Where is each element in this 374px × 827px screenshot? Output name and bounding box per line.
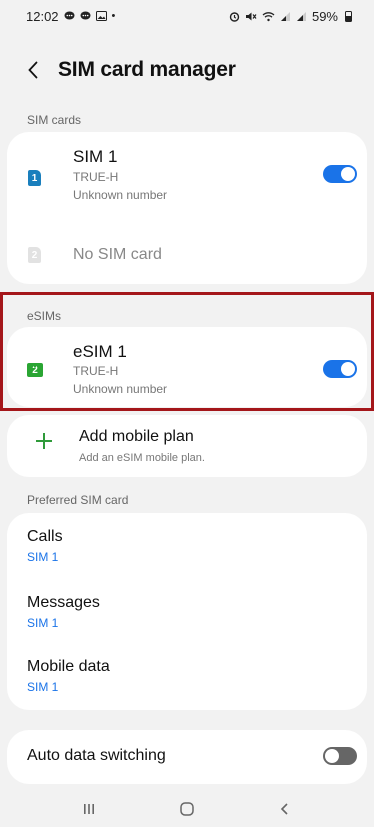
sim-cards-card: 1 SIM 1 TRUE-H Unknown number 2 No SIM c… <box>7 132 367 284</box>
sim1-number: Unknown number <box>73 188 168 202</box>
nav-bar <box>0 790 374 827</box>
mobile-data-row[interactable]: Mobile data SIM 1 <box>7 643 367 706</box>
calls-value: SIM 1 <box>27 550 59 564</box>
toggle-knob <box>341 362 355 376</box>
sim1-row[interactable]: 1 SIM 1 TRUE-H Unknown number <box>7 132 367 214</box>
calls-title: Calls <box>27 528 63 545</box>
plus-icon <box>36 433 52 449</box>
back-icon[interactable] <box>265 794 305 824</box>
sim2-row: 2 No SIM card <box>7 222 367 282</box>
esims-card: 2 eSIM 1 TRUE-H Unknown number <box>7 327 367 407</box>
esim-icon: 2 <box>27 363 43 377</box>
esim1-number: Unknown number <box>73 382 168 396</box>
sim1-toggle[interactable] <box>323 165 357 183</box>
clock: 12:02 <box>26 8 59 24</box>
esim1-name: eSIM 1 <box>73 342 127 361</box>
signal-icon <box>280 11 290 21</box>
signal-icon <box>296 11 306 21</box>
mute-icon <box>245 12 257 20</box>
toggle-knob <box>325 749 339 763</box>
sim-card-icon-disabled: 2 <box>28 247 41 263</box>
chevron-left-icon[interactable] <box>28 59 44 81</box>
toggle-knob <box>341 167 355 181</box>
chat-bubble-icon <box>64 11 75 20</box>
auto-switch-card[interactable]: Auto data switching <box>7 730 367 784</box>
battery-percent: 59% <box>311 8 338 24</box>
messages-row[interactable]: Messages SIM 1 <box>7 579 367 642</box>
section-label-sim-cards: SIM cards <box>27 113 82 127</box>
mobile-data-value: SIM 1 <box>27 680 59 694</box>
add-plan-subtitle: Add an eSIM mobile plan. <box>79 452 205 464</box>
chat-bubble-icon <box>80 11 91 20</box>
battery-icon <box>345 10 352 22</box>
messages-value: SIM 1 <box>27 616 59 630</box>
messages-title: Messages <box>27 594 100 611</box>
status-bar: 12:02 • 59% <box>0 0 374 32</box>
status-left: 12:02 • <box>26 9 115 24</box>
title-bar: SIM card manager <box>0 48 374 92</box>
sim-card-icon: 1 <box>28 170 41 186</box>
alarm-icon <box>229 11 240 22</box>
add-plan-title: Add mobile plan <box>79 428 194 445</box>
esim1-row[interactable]: 2 eSIM 1 TRUE-H Unknown number <box>7 327 367 407</box>
auto-switch-title: Auto data switching <box>27 747 166 764</box>
section-label-esims: eSIMs <box>27 309 62 323</box>
status-right: 59% <box>229 9 352 24</box>
mobile-data-title: Mobile data <box>27 658 110 675</box>
section-label-preferred: Preferred SIM card <box>27 493 129 507</box>
calls-row[interactable]: Calls SIM 1 <box>7 513 367 576</box>
recents-icon[interactable] <box>69 794 109 824</box>
add-plan-card[interactable]: Add mobile plan Add an eSIM mobile plan. <box>7 415 367 477</box>
sim1-name: SIM 1 <box>73 147 118 166</box>
home-icon[interactable] <box>167 794 207 824</box>
page-title: SIM card manager <box>58 58 236 81</box>
sim1-carrier: TRUE-H <box>73 170 119 184</box>
esim1-carrier: TRUE-H <box>73 364 119 378</box>
sim2-name: No SIM card <box>73 246 162 263</box>
esim1-toggle[interactable] <box>323 360 357 378</box>
image-icon <box>95 11 107 21</box>
dot-icon: • <box>111 9 116 22</box>
wifi-icon <box>262 11 275 21</box>
auto-switch-toggle[interactable] <box>323 747 357 765</box>
preferred-card: Calls SIM 1 Messages SIM 1 Mobile data S… <box>7 513 367 710</box>
